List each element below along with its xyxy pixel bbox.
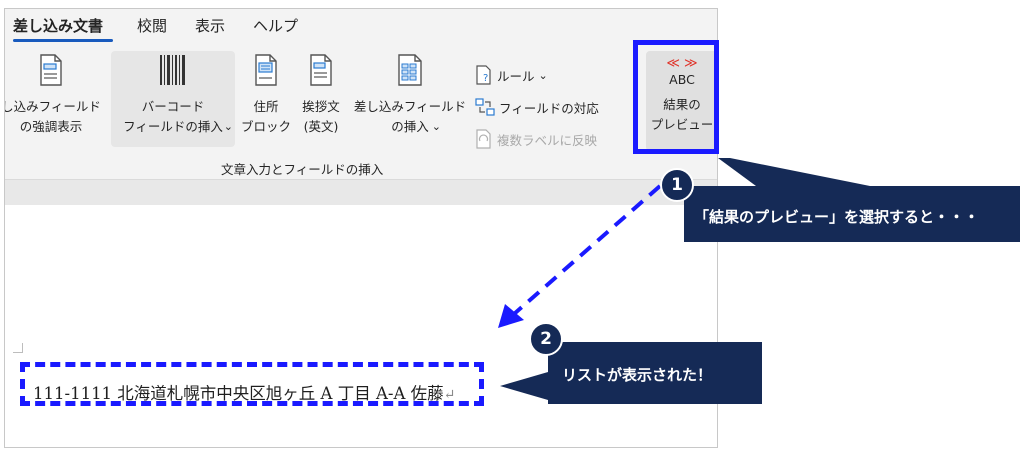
screenshot-stage: 差し込み文書 校閲 表示 ヘルプ し込みフィールド の強調表示 バーコード フィ… xyxy=(0,0,1024,452)
step2-badge: 2 xyxy=(529,322,563,356)
step1-badge: 1 xyxy=(660,168,694,202)
dashed-arrow-line xyxy=(512,184,662,316)
callout-step2: リストが表示された！ xyxy=(548,342,762,404)
callout-step1-text: 「結果のプレビュー」を選択すると・・・ xyxy=(694,208,980,226)
callout-step2-text: リストが表示された！ xyxy=(562,366,713,384)
callout1-pointer xyxy=(718,158,870,186)
callout-step1: 「結果のプレビュー」を選択すると・・・ xyxy=(684,186,1020,242)
callout2-pointer xyxy=(500,362,548,400)
